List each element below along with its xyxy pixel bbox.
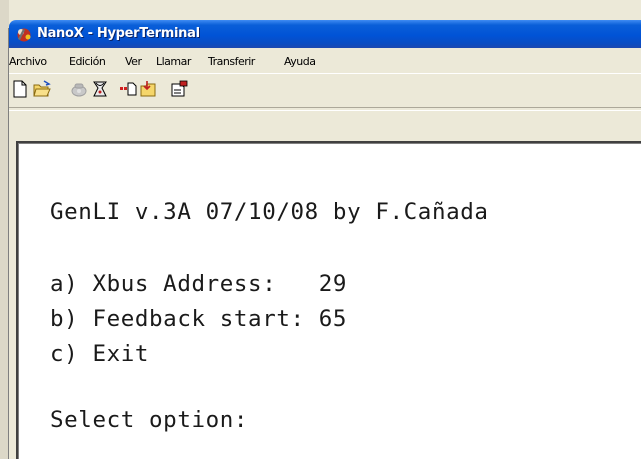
terminal-line-option-c: c) Exit <box>50 341 150 367</box>
hyperterminal-app-icon <box>17 28 31 42</box>
call-icon[interactable] <box>70 80 88 98</box>
menu-archivo[interactable]: Archivo <box>9 55 47 68</box>
new-icon[interactable] <box>11 80 29 98</box>
menu-llamar[interactable]: Llamar <box>156 55 191 68</box>
terminal-line-prompt: Select option: <box>50 407 249 433</box>
receive-icon[interactable] <box>139 80 157 98</box>
terminal-line-option-b: b) Feedback start: 65 <box>50 306 348 332</box>
disconnect-icon[interactable] <box>91 80 109 98</box>
toolbar-separator <box>9 107 641 111</box>
window-left-edge <box>0 0 9 459</box>
properties-icon[interactable] <box>170 80 188 98</box>
hyperterminal-window: NanoX - HyperTerminal Archivo Edición Ve… <box>0 0 641 459</box>
terminal-line-header: GenLI v.3A 07/10/08 by F.Cañada <box>50 199 489 225</box>
menu-ver[interactable]: Ver <box>125 55 142 68</box>
menu-edicion[interactable]: Edición <box>69 55 106 68</box>
menu-bar: Archivo Edición Ver Llamar Transferir Ay… <box>9 52 641 73</box>
window-title: NanoX - HyperTerminal <box>37 26 200 41</box>
terminal-screen[interactable]: GenLI v.3A 07/10/08 by F.Cañada a) Xbus … <box>16 141 641 459</box>
toolbar <box>9 73 641 108</box>
menu-ayuda[interactable]: Ayuda <box>284 55 316 68</box>
menu-transferir[interactable]: Transferir <box>208 55 255 68</box>
terminal-line-option-a: a) Xbus Address: 29 <box>50 271 348 297</box>
send-icon[interactable] <box>119 80 137 98</box>
title-bar[interactable]: NanoX - HyperTerminal <box>9 20 641 48</box>
open-icon[interactable] <box>33 80 51 98</box>
